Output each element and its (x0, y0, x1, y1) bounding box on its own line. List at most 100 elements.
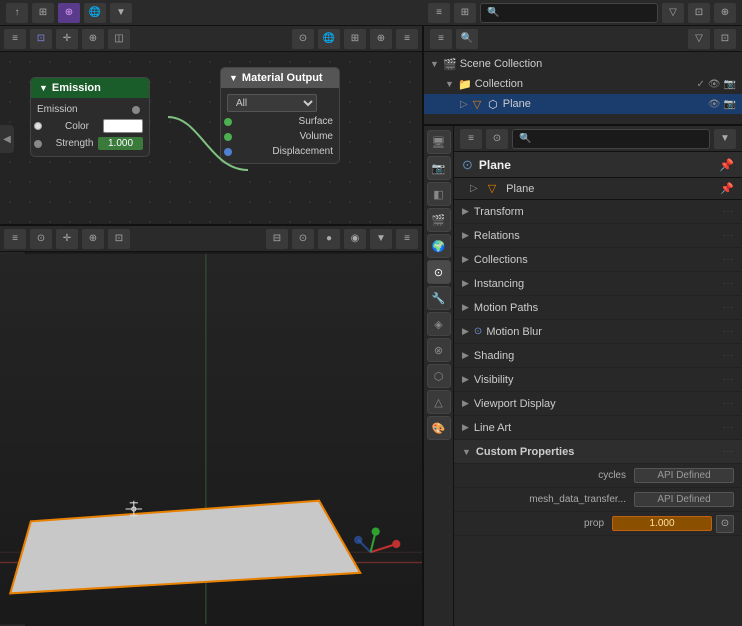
props-mode-btn[interactable]: ≡ (460, 129, 482, 149)
vp-object-btn[interactable]: ⊡ (108, 229, 130, 249)
custom-prop-prop: prop 1.000 ⊙ (454, 512, 742, 536)
section-collections[interactable]: ▶ Collections ··· (454, 248, 742, 272)
material-output-body: All Surface Volume D (221, 88, 339, 163)
vp-select-btn[interactable]: ✛ (56, 229, 78, 249)
plane-vis-cam[interactable]: 📷 (724, 99, 736, 110)
topbar-right-filter[interactable]: ▽ (662, 3, 684, 23)
topbar-btn-dropdown[interactable]: ▼ (110, 3, 132, 23)
custom-props-header[interactable]: ▼ Custom Properties ··· (454, 440, 742, 464)
tab-object[interactable]: ⊙ (427, 260, 451, 284)
node-editor-pin[interactable]: ⊕ (370, 29, 392, 49)
section-motion-blur[interactable]: ▶ ⊙ Motion Blur ··· (454, 320, 742, 344)
tab-render[interactable]: 🖥 (427, 130, 451, 154)
outliner-extra-btn[interactable]: ⊡ (714, 29, 736, 49)
vp-shading-render[interactable]: ◉ (344, 229, 366, 249)
volume-label: Volume (300, 131, 333, 142)
topbar-btn-up[interactable]: ↑ (6, 3, 28, 23)
topbar-right-plus[interactable]: ⊕ (714, 3, 736, 23)
topbar-search-input[interactable] (480, 3, 658, 23)
tab-material[interactable]: 🎨 (427, 416, 451, 440)
tab-world[interactable]: 🌍 (427, 234, 451, 258)
vp-shading-mat[interactable]: ● (318, 229, 340, 249)
scene-svg (0, 252, 422, 626)
props-search-input[interactable] (512, 129, 710, 149)
properties-main: ≡ ⊙ ▼ ⊙ Plane 📌 ▷ ▽ Plane 📌 (454, 126, 742, 626)
section-transform[interactable]: ▶ Transform ··· (454, 200, 742, 224)
outliner-item-scene-collection[interactable]: ▼ 🎬 Scene Collection (424, 54, 742, 74)
mesh-data-value[interactable]: API Defined (634, 492, 734, 507)
top-bar-right: ≡ ⊞ ▽ ⊡ ⊕ (422, 3, 742, 23)
vp-mode-btn[interactable]: ≡ (4, 229, 26, 249)
viewport-canvas[interactable]: Options ▼ ⊕ ✋ 🎥 ⊞ 🔍 ✋ 🎥 ⊞ (0, 252, 422, 626)
tab-constraints[interactable]: ⬡ (427, 364, 451, 388)
main-area: ≡ ⊡ ✛ ⊕ ◫ ⊙ 🌐 ⊞ ⊕ ≡ ◀ ▼ Emission (0, 26, 742, 626)
color-row: Color (37, 117, 143, 135)
strength-value[interactable]: 1.000 (98, 137, 143, 150)
tab-modifier[interactable]: 🔧 (427, 286, 451, 310)
topbar-btn-globe[interactable]: 🌐 (84, 3, 106, 23)
topbar-btn-grid[interactable]: ⊞ (32, 3, 54, 23)
node-editor-node[interactable]: ◫ (108, 29, 130, 49)
outliner-filter-btn[interactable]: ▽ (688, 29, 710, 49)
vp-shading-dropdown[interactable]: ▼ (370, 229, 392, 249)
color-swatch[interactable] (103, 119, 143, 133)
props-extra-btn[interactable]: ▼ (714, 129, 736, 149)
pin-icon[interactable]: 📌 (719, 158, 734, 172)
props-title-bar: ⊙ Plane 📌 (454, 152, 742, 178)
node-editor-select[interactable]: ✛ (56, 29, 78, 49)
node-editor-overlay[interactable]: ≡ (396, 29, 418, 49)
outliner-item-collection[interactable]: ▼ 📁 Collection ✓ 👁 📷 (424, 74, 742, 94)
vp-add-btn[interactable]: ⊕ (82, 229, 104, 249)
all-dropdown-row: All (227, 92, 333, 114)
section-shading[interactable]: ▶ Shading ··· (454, 344, 742, 368)
outliner-search-btn[interactable]: 🔍 (456, 29, 478, 49)
outliner-item-plane[interactable]: ▷ ▽ ⬡ Plane 👁 📷 (424, 94, 742, 114)
section-visibility[interactable]: ▶ Visibility ··· (454, 368, 742, 392)
cycles-value[interactable]: API Defined (634, 468, 734, 483)
section-line-art[interactable]: ▶ Line Art ··· (454, 416, 742, 440)
section-viewport-display[interactable]: ▶ Viewport Display ··· (454, 392, 742, 416)
viewport[interactable]: ≡ ⊙ ✛ ⊕ ⊡ ⊟ ⊙ ● ◉ ▼ ≡ Options ▼ (0, 226, 422, 626)
tab-view-layer[interactable]: ◧ (427, 182, 451, 206)
plane-vis-eye[interactable]: 👁 (708, 99, 721, 110)
section-relations[interactable]: ▶ Relations ··· (454, 224, 742, 248)
vp-shading-wire[interactable]: ⊟ (266, 229, 288, 249)
outliner-mode-btn[interactable]: ≡ (430, 29, 452, 49)
transform-arrow: ▶ (462, 206, 469, 217)
vp-overlay-btn[interactable]: ≡ (396, 229, 418, 249)
topbar-right-menu[interactable]: ≡ (428, 3, 450, 23)
collection-vis-check[interactable]: ✓ (696, 79, 704, 90)
tab-particles[interactable]: ◈ (427, 312, 451, 336)
motion-paths-arrow: ▶ (462, 302, 469, 313)
node-editor-sphere[interactable]: ⊙ (292, 29, 314, 49)
collection-vis-cam[interactable]: 📷 (724, 79, 736, 90)
tab-scene[interactable]: 🎬 (427, 208, 451, 232)
node-editor-add[interactable]: ⊕ (82, 29, 104, 49)
motion-blur-arrow: ▶ (462, 326, 469, 337)
tab-physics[interactable]: ⊗ (427, 338, 451, 362)
node-editor-collapse[interactable]: ◀ (0, 125, 14, 153)
node-editor-view[interactable]: ⊡ (30, 29, 52, 49)
material-output-dropdown[interactable]: All (227, 94, 317, 112)
node-editor-globe[interactable]: 🌐 (318, 29, 340, 49)
emission-expand-arrow: ▼ (39, 83, 48, 93)
prop-value[interactable]: 1.000 (612, 516, 712, 531)
collection-vis-eye[interactable]: 👁 (708, 79, 721, 90)
node-editor-settings[interactable]: ⊞ (344, 29, 366, 49)
topbar-right-grid[interactable]: ⊞ (454, 3, 476, 23)
topbar-btn-add[interactable]: ⊕ (58, 3, 80, 23)
prop-action-btn[interactable]: ⊙ (716, 515, 734, 533)
tab-data[interactable]: △ (427, 390, 451, 414)
section-instancing[interactable]: ▶ Instancing ··· (454, 272, 742, 296)
section-motion-paths[interactable]: ▶ Motion Paths ··· (454, 296, 742, 320)
node-editor-canvas: ◀ ▼ Emission Emission Color (0, 52, 422, 226)
node-editor-mode[interactable]: ≡ (4, 29, 26, 49)
props-scroll-area: ▶ Transform ··· ▶ Relations ··· ▶ Collec… (454, 200, 742, 626)
vp-shading-solid[interactable]: ⊙ (292, 229, 314, 249)
right-panel: ≡ 🔍 ▽ ⊡ ▼ 🎬 Scene Collection ▼ 📁 C (422, 26, 742, 626)
volume-socket (224, 133, 232, 141)
tab-output[interactable]: 📷 (427, 156, 451, 180)
props-obj-btn[interactable]: ⊙ (486, 129, 508, 149)
vp-view-btn[interactable]: ⊙ (30, 229, 52, 249)
topbar-right-sq[interactable]: ⊡ (688, 3, 710, 23)
